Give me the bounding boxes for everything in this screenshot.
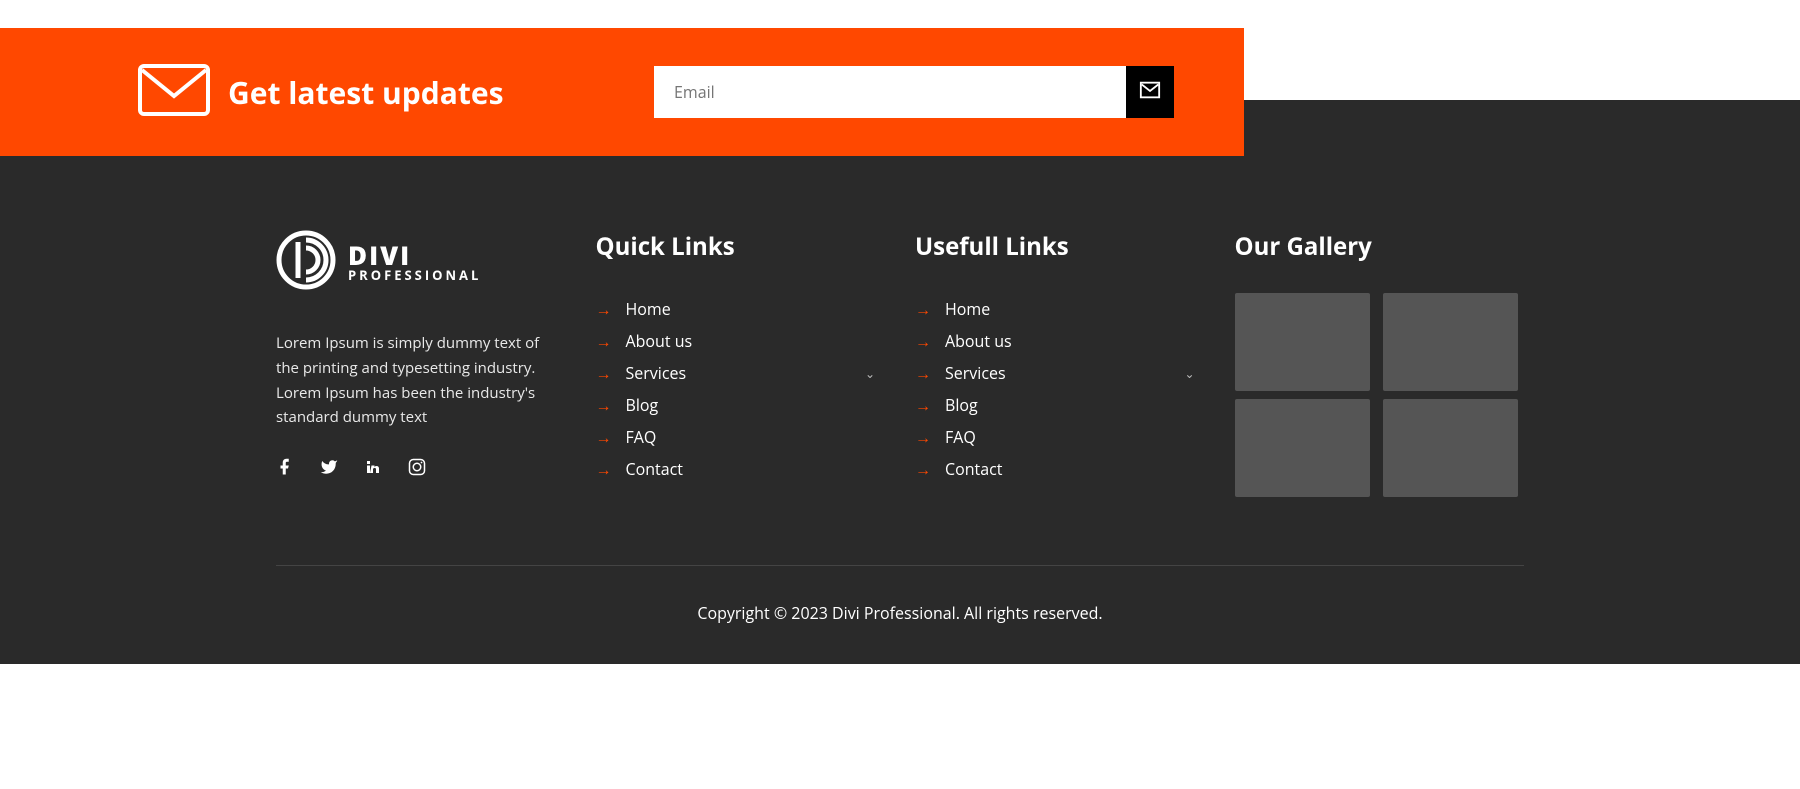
arrow-icon: → <box>915 458 931 480</box>
gallery-heading: Our Gallery <box>1235 230 1525 263</box>
nav-link-blog[interactable]: Blog <box>945 394 978 416</box>
twitter-link[interactable] <box>320 458 338 481</box>
arrow-icon: → <box>596 426 612 448</box>
gallery-image[interactable] <box>1235 399 1370 497</box>
nav-link-services[interactable]: Services <box>626 362 687 384</box>
submit-button[interactable] <box>1126 66 1174 118</box>
arrow-icon: → <box>596 298 612 320</box>
chevron-down-icon[interactable]: ⌄ <box>865 365 875 382</box>
footer: DIVI PROFESSIONAL Lorem Ipsum is simply … <box>0 100 1800 664</box>
nav-link-faq[interactable]: FAQ <box>945 426 976 448</box>
copyright: Copyright © 2023 Divi Professional. All … <box>276 566 1524 664</box>
arrow-icon: → <box>596 394 612 416</box>
nav-link-home[interactable]: Home <box>626 298 671 320</box>
arrow-icon: → <box>915 362 931 384</box>
list-item: → Contact <box>915 453 1205 485</box>
arrow-icon: → <box>596 330 612 352</box>
facebook-link[interactable] <box>276 458 294 481</box>
gallery-image[interactable] <box>1383 293 1518 391</box>
list-item: → FAQ <box>596 421 886 453</box>
subscribe-form <box>654 66 1174 118</box>
nav-link-about[interactable]: About us <box>626 330 693 352</box>
quick-links-heading: Quick Links <box>596 230 886 263</box>
nav-link-home[interactable]: Home <box>945 298 990 320</box>
logo-text-main: DIVI <box>348 242 481 268</box>
gallery-column: Our Gallery <box>1235 230 1525 497</box>
logo: DIVI PROFESSIONAL <box>276 230 566 295</box>
list-item: → About us <box>915 325 1205 357</box>
subscribe-title: Get latest updates <box>228 72 503 113</box>
nav-link-about[interactable]: About us <box>945 330 1012 352</box>
arrow-icon: → <box>915 330 931 352</box>
arrow-icon: → <box>915 426 931 448</box>
instagram-link[interactable] <box>408 458 426 481</box>
email-input[interactable] <box>654 66 1126 118</box>
linkedin-link[interactable] <box>364 458 382 481</box>
arrow-icon: → <box>915 394 931 416</box>
nav-link-contact[interactable]: Contact <box>626 458 683 480</box>
gallery-image[interactable] <box>1383 399 1518 497</box>
list-item: → Home <box>596 293 886 325</box>
footer-about-column: DIVI PROFESSIONAL Lorem Ipsum is simply … <box>276 230 566 497</box>
arrow-icon: → <box>915 298 931 320</box>
about-text: Lorem Ipsum is simply dummy text of the … <box>276 331 566 430</box>
list-item: → Services ⌄ <box>596 357 886 389</box>
instagram-icon <box>408 458 426 481</box>
logo-text-sub: PROFESSIONAL <box>348 268 481 284</box>
arrow-icon: → <box>596 458 612 480</box>
send-icon <box>1139 79 1161 105</box>
nav-link-blog[interactable]: Blog <box>626 394 659 416</box>
linkedin-icon <box>364 458 382 481</box>
useful-links-column: Usefull Links → Home → About us → Services ⌄… <box>915 230 1205 497</box>
quick-links-list: → Home → About us → Services ⌄ → Blog → FAQ → C… <box>596 293 886 485</box>
facebook-icon <box>276 458 294 481</box>
useful-links-heading: Usefull Links <box>915 230 1205 263</box>
list-item: → Services ⌄ <box>915 357 1205 389</box>
nav-link-contact[interactable]: Contact <box>945 458 1002 480</box>
nav-link-faq[interactable]: FAQ <box>626 426 657 448</box>
list-item: → Home <box>915 293 1205 325</box>
list-item: → Blog <box>596 389 886 421</box>
useful-links-list: → Home → About us → Services ⌄ → Blog → FAQ → C… <box>915 293 1205 485</box>
logo-icon <box>276 230 336 295</box>
list-item: → Contact <box>596 453 886 485</box>
list-item: → About us <box>596 325 886 357</box>
gallery-image[interactable] <box>1235 293 1370 391</box>
gallery-grid <box>1235 293 1525 497</box>
chevron-down-icon[interactable]: ⌄ <box>1184 365 1194 382</box>
arrow-icon: → <box>596 362 612 384</box>
twitter-icon <box>320 458 338 481</box>
subscribe-bar: Get latest updates <box>0 28 1244 156</box>
list-item: → Blog <box>915 389 1205 421</box>
quick-links-column: Quick Links → Home → About us → Services ⌄ →… <box>596 230 886 497</box>
nav-link-services[interactable]: Services <box>945 362 1006 384</box>
envelope-icon <box>138 64 210 121</box>
list-item: → FAQ <box>915 421 1205 453</box>
